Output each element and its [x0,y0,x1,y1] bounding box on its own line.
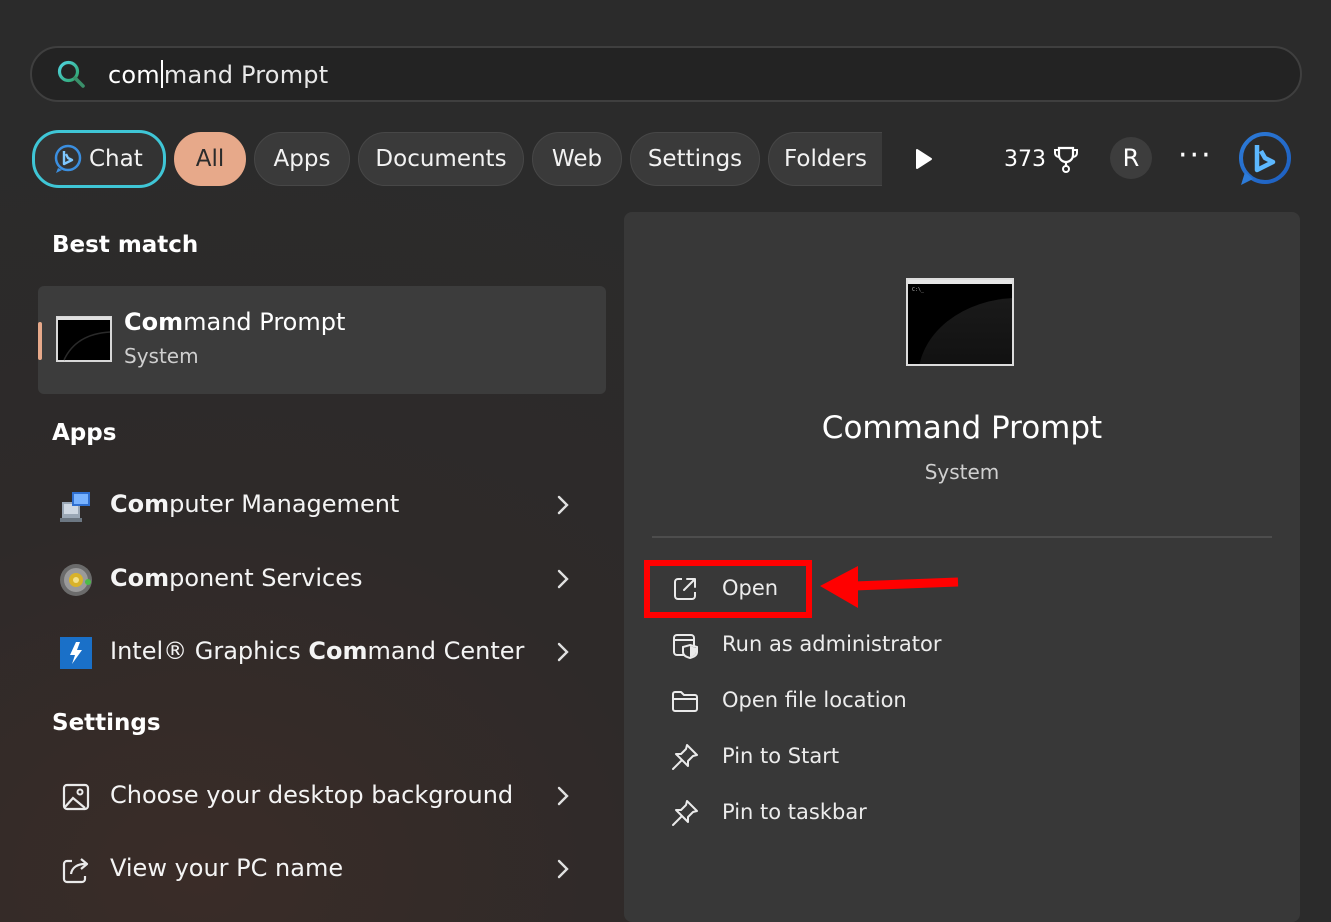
chat-filter-button[interactable]: Chat [32,130,166,188]
search-icon [57,60,85,88]
apps-filter-button[interactable]: Apps [254,132,350,186]
best-match-item[interactable]: Command Prompt System [38,286,606,394]
detail-title: Command Prompt [821,410,1103,446]
run-as-admin-action[interactable]: Run as administrator [670,626,1090,666]
pin-to-start-action[interactable]: Pin to Start [670,738,1090,778]
action-label: Pin to taskbar [722,800,867,824]
divider [652,536,1272,538]
results-list: Best match Command Prompt System Apps Co… [38,212,606,922]
list-item-label: Intel® Graphics Command Center [110,637,525,665]
image-icon [62,783,90,811]
best-match-name: Command Prompt [124,308,346,336]
folders-filter-button[interactable]: Folders [768,132,882,186]
filter-bar: Chat All Apps Documents Web Settings Fol… [32,130,1302,188]
documents-filter-button[interactable]: Documents [358,132,524,186]
computer-management-icon [60,492,90,522]
web-filter-button[interactable]: Web [532,132,622,186]
settings-heading: Settings [52,710,161,736]
apps-heading: Apps [52,420,117,446]
pin-icon [672,800,698,826]
component-services-icon [60,564,92,596]
selection-indicator [38,322,42,360]
list-item[interactable]: Computer Management [38,472,606,538]
command-prompt-preview-icon: C:\_ [906,278,1014,366]
detail-panel: C:\_ Command Prompt System Open Run as a… [624,212,1300,922]
chevron-right-icon[interactable] [556,568,570,590]
best-match-heading: Best match [52,232,199,258]
list-item-label: Computer Management [110,490,400,518]
settings-filter-button[interactable]: Settings [630,132,760,186]
highlight-box [644,560,812,618]
list-item[interactable]: View your PC name [38,836,606,902]
chat-filter-label: Chat [89,146,143,172]
action-label: Open file location [722,688,907,712]
best-match-type: System [124,344,199,368]
bing-chat-icon [54,144,82,173]
list-item[interactable]: Component Services [38,546,606,612]
play-icon[interactable] [914,148,934,170]
list-item-label: View your PC name [110,854,344,882]
folder-icon [672,691,698,712]
trophy-icon [1054,146,1078,173]
chevron-right-icon[interactable] [556,858,570,880]
bing-icon[interactable] [1236,132,1292,188]
points-value: 373 [1004,146,1046,172]
action-label: Run as administrator [722,632,942,656]
text-caret [160,59,163,88]
rewards-points[interactable]: 373 [1004,142,1080,176]
action-label: Pin to Start [722,744,840,768]
chevron-right-icon[interactable] [556,494,570,516]
list-item-label: Choose your desktop background [110,781,514,809]
pin-icon [672,744,698,770]
shield-icon [673,634,698,660]
preview-decoration [918,298,1012,364]
share-icon [62,858,89,884]
list-item[interactable]: Choose your desktop background [38,763,606,829]
chevron-right-icon[interactable] [556,785,570,807]
list-item[interactable]: Intel® Graphics Command Center [38,619,606,685]
all-filter-button[interactable]: All [174,132,246,186]
search-query: com mand Prompt [108,59,329,89]
open-file-location-action[interactable]: Open file location [670,682,1090,722]
detail-subtitle: System [924,460,1000,484]
command-prompt-icon [56,316,112,362]
avatar[interactable]: R [1110,137,1152,179]
intel-graphics-icon [60,637,92,669]
preview-prompt-text: C:\_ [912,287,925,293]
red-arrow-annotation [820,566,959,608]
more-options-icon[interactable]: ··· [1178,138,1213,174]
list-item-label: Component Services [110,564,363,592]
chevron-right-icon[interactable] [556,641,570,663]
search-input[interactable]: com mand Prompt [30,46,1302,102]
pin-to-taskbar-action[interactable]: Pin to taskbar [670,794,1090,834]
window-titlebar [908,280,1012,284]
